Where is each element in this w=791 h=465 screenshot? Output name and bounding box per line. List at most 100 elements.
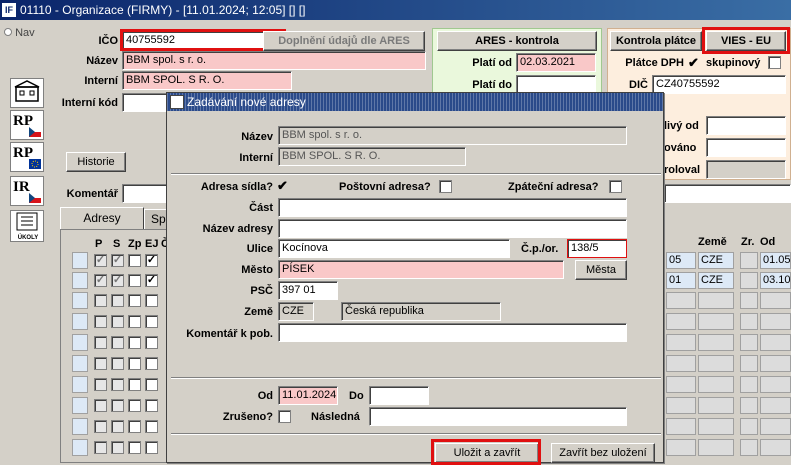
grid-cell-zeme[interactable] xyxy=(698,439,734,456)
rp-eu-icon[interactable]: RP xyxy=(10,142,44,172)
row-checkbox[interactable]: ✓ xyxy=(111,254,124,267)
grid-cell-od[interactable] xyxy=(760,397,791,414)
grid-cell-od[interactable]: 01.05 xyxy=(760,252,791,269)
doplneni-ares-button[interactable]: Doplnění údajů dle ARES xyxy=(263,31,425,51)
grid-cell-zr[interactable] xyxy=(740,313,758,330)
row-checkbox[interactable] xyxy=(111,294,124,307)
nav-radio[interactable]: Nav xyxy=(4,27,35,39)
grid-cell-zeme[interactable] xyxy=(698,418,734,435)
zpatecni-checkbox[interactable] xyxy=(609,180,622,193)
tab-sp[interactable]: Sp xyxy=(144,209,168,229)
plati-od-field[interactable]: 02.03.2021 xyxy=(516,53,596,72)
building-icon[interactable] xyxy=(10,78,44,108)
psc-field[interactable]: 397 01 xyxy=(278,281,338,300)
grid-cell-zr[interactable] xyxy=(740,376,758,393)
row-checkbox[interactable] xyxy=(145,315,158,328)
row-selector[interactable] xyxy=(72,397,88,414)
grid-cell-zeme[interactable] xyxy=(698,334,734,351)
grid-cell-od[interactable] xyxy=(760,292,791,309)
grid-cell-od[interactable] xyxy=(760,355,791,372)
grid-cell-col1[interactable] xyxy=(666,439,696,456)
nazev-adresy-field[interactable] xyxy=(278,219,627,238)
row-checkbox[interactable] xyxy=(94,378,107,391)
row-checkbox[interactable] xyxy=(128,357,141,370)
row-checkbox[interactable] xyxy=(128,420,141,433)
tasks-icon[interactable]: ÚKOLY xyxy=(10,210,44,242)
grid-cell-od[interactable] xyxy=(760,439,791,456)
do-field[interactable] xyxy=(369,386,429,405)
nazev-field[interactable]: BBM spol. s r. o. xyxy=(122,51,426,70)
grid-cell-col1[interactable] xyxy=(666,292,696,309)
row-checkbox[interactable]: ✓ xyxy=(111,274,124,287)
close-without-save-button[interactable]: Zavřít bez uložení xyxy=(551,443,655,463)
row-checkbox[interactable] xyxy=(145,420,158,433)
row-checkbox[interactable] xyxy=(128,336,141,349)
grid-cell-col1[interactable] xyxy=(666,418,696,435)
row-checkbox[interactable] xyxy=(128,399,141,412)
skupinovy-checkbox[interactable] xyxy=(768,56,781,69)
row-selector[interactable] xyxy=(72,418,88,435)
grid-cell-zr[interactable] xyxy=(740,252,758,269)
grid-cell-od[interactable] xyxy=(760,418,791,435)
row-checkbox[interactable] xyxy=(94,336,107,349)
zeme-code-field[interactable]: CZE xyxy=(278,302,314,321)
nasledna-field[interactable] xyxy=(369,407,627,426)
row-selector[interactable] xyxy=(72,272,88,289)
row-checkbox[interactable] xyxy=(94,420,107,433)
row-checkbox[interactable] xyxy=(111,357,124,370)
row-checkbox[interactable] xyxy=(145,336,158,349)
kontrola-platce-button[interactable]: Kontrola plátce xyxy=(610,31,702,51)
grid-cell-col1[interactable] xyxy=(666,376,696,393)
row-selector[interactable] xyxy=(72,376,88,393)
grid-cell-zr[interactable] xyxy=(740,272,758,289)
platce-dph-check[interactable]: ✔ xyxy=(688,55,699,71)
grid-cell-od[interactable] xyxy=(760,376,791,393)
row-checkbox[interactable] xyxy=(94,357,107,370)
row-checkbox[interactable] xyxy=(145,357,158,370)
row-selector[interactable] xyxy=(72,252,88,269)
row-selector[interactable] xyxy=(72,313,88,330)
ares-kontrola-button[interactable]: ARES - kontrola xyxy=(437,31,597,51)
grid-cell-zr[interactable] xyxy=(740,334,758,351)
row-checkbox[interactable] xyxy=(128,294,141,307)
interni-kod-field[interactable] xyxy=(122,93,168,112)
row-checkbox[interactable] xyxy=(128,315,141,328)
row-checkbox[interactable]: ✓ xyxy=(145,254,158,267)
row-checkbox[interactable] xyxy=(128,254,141,267)
grid-cell-zeme[interactable] xyxy=(698,397,734,414)
overovano-field[interactable] xyxy=(706,138,786,157)
grid-cell-col1[interactable]: 05 xyxy=(666,252,696,269)
row-checkbox[interactable] xyxy=(94,399,107,412)
grid-cell-zeme[interactable] xyxy=(698,355,734,372)
grid-cell-zeme[interactable] xyxy=(698,376,734,393)
grid-cell-zeme[interactable]: CZE xyxy=(698,252,734,269)
row-checkbox[interactable] xyxy=(94,315,107,328)
cp-field[interactable]: 138/5 xyxy=(567,239,627,258)
row-checkbox[interactable] xyxy=(94,441,107,454)
row-checkbox[interactable] xyxy=(128,274,141,287)
tab-adresy[interactable]: Adresy xyxy=(60,207,144,229)
row-checkbox[interactable] xyxy=(145,399,158,412)
row-checkbox[interactable] xyxy=(111,441,124,454)
mesta-button[interactable]: Města xyxy=(575,260,627,280)
row-checkbox[interactable] xyxy=(145,294,158,307)
row-selector[interactable] xyxy=(72,334,88,351)
grid-cell-zeme[interactable] xyxy=(698,292,734,309)
ulice-field[interactable]: Kocínova xyxy=(278,239,510,258)
grid-cell-col1[interactable] xyxy=(666,313,696,330)
grid-cell-col1[interactable] xyxy=(666,397,696,414)
row-checkbox[interactable] xyxy=(94,294,107,307)
grid-cell-od[interactable] xyxy=(760,334,791,351)
row-checkbox[interactable] xyxy=(128,378,141,391)
grid-cell-zeme[interactable]: CZE xyxy=(698,272,734,289)
komentar-pob-field[interactable] xyxy=(278,323,627,342)
dic-field[interactable]: CZ40755592 xyxy=(652,75,786,94)
komentar-right-field[interactable] xyxy=(664,184,791,203)
grid-cell-od[interactable]: 03.10 xyxy=(760,272,791,289)
od-field[interactable]: 11.01.2024 xyxy=(278,386,338,405)
row-checkbox[interactable] xyxy=(111,420,124,433)
grid-cell-zr[interactable] xyxy=(740,292,758,309)
grid-cell-col1[interactable]: 01 xyxy=(666,272,696,289)
row-selector[interactable] xyxy=(72,355,88,372)
rp-cz-icon[interactable]: RP xyxy=(10,110,44,140)
